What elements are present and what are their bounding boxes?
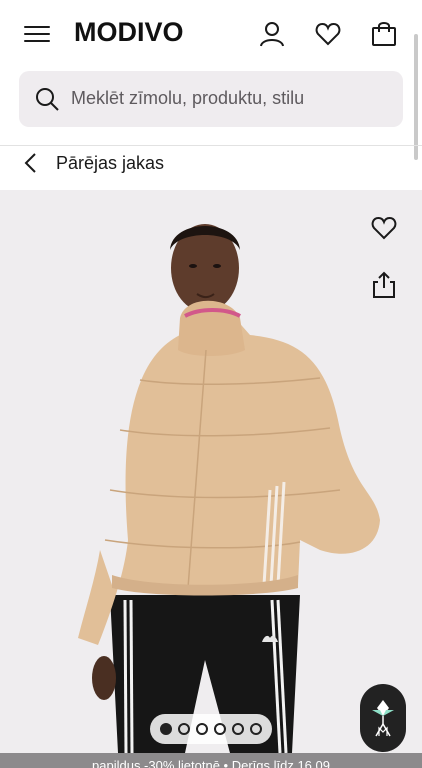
shopping-bag-icon[interactable] bbox=[370, 20, 398, 48]
user-icon[interactable] bbox=[258, 20, 286, 48]
wishlist-heart-icon[interactable] bbox=[370, 214, 398, 242]
page-scrollbar[interactable] bbox=[414, 34, 418, 160]
product-photo bbox=[78, 224, 380, 753]
carousel-dot[interactable] bbox=[160, 723, 172, 735]
header-divider bbox=[0, 145, 422, 146]
heart-icon[interactable] bbox=[314, 20, 342, 48]
search-icon bbox=[36, 88, 59, 111]
assistant-logo-icon bbox=[372, 700, 394, 737]
share-icon[interactable] bbox=[370, 270, 398, 300]
search-bar[interactable]: Meklēt zīmolu, produktu, stilu bbox=[19, 71, 403, 127]
promo-banner[interactable]: papildus -30% lietotnē • Derīgs līdz 16.… bbox=[0, 753, 422, 768]
site-logo[interactable]: MODIVO bbox=[74, 17, 184, 48]
carousel-dot[interactable] bbox=[250, 723, 262, 735]
carousel-dot[interactable] bbox=[196, 723, 208, 735]
carousel-dot[interactable] bbox=[214, 723, 226, 735]
carousel-dot[interactable] bbox=[232, 723, 244, 735]
assistant-button[interactable] bbox=[360, 684, 406, 752]
back-link-label: Pārējas jakas bbox=[56, 152, 165, 173]
image-carousel-indicator bbox=[150, 714, 272, 744]
top-header: MODIVO bbox=[0, 0, 422, 66]
search-input[interactable]: Meklēt zīmolu, produktu, stilu bbox=[71, 88, 304, 109]
menu-icon[interactable] bbox=[24, 24, 50, 44]
back-link[interactable]: Pārējas jakas bbox=[22, 150, 322, 176]
carousel-dot[interactable] bbox=[178, 723, 190, 735]
chevron-left-icon bbox=[24, 153, 36, 173]
product-image-gallery[interactable] bbox=[0, 190, 422, 753]
